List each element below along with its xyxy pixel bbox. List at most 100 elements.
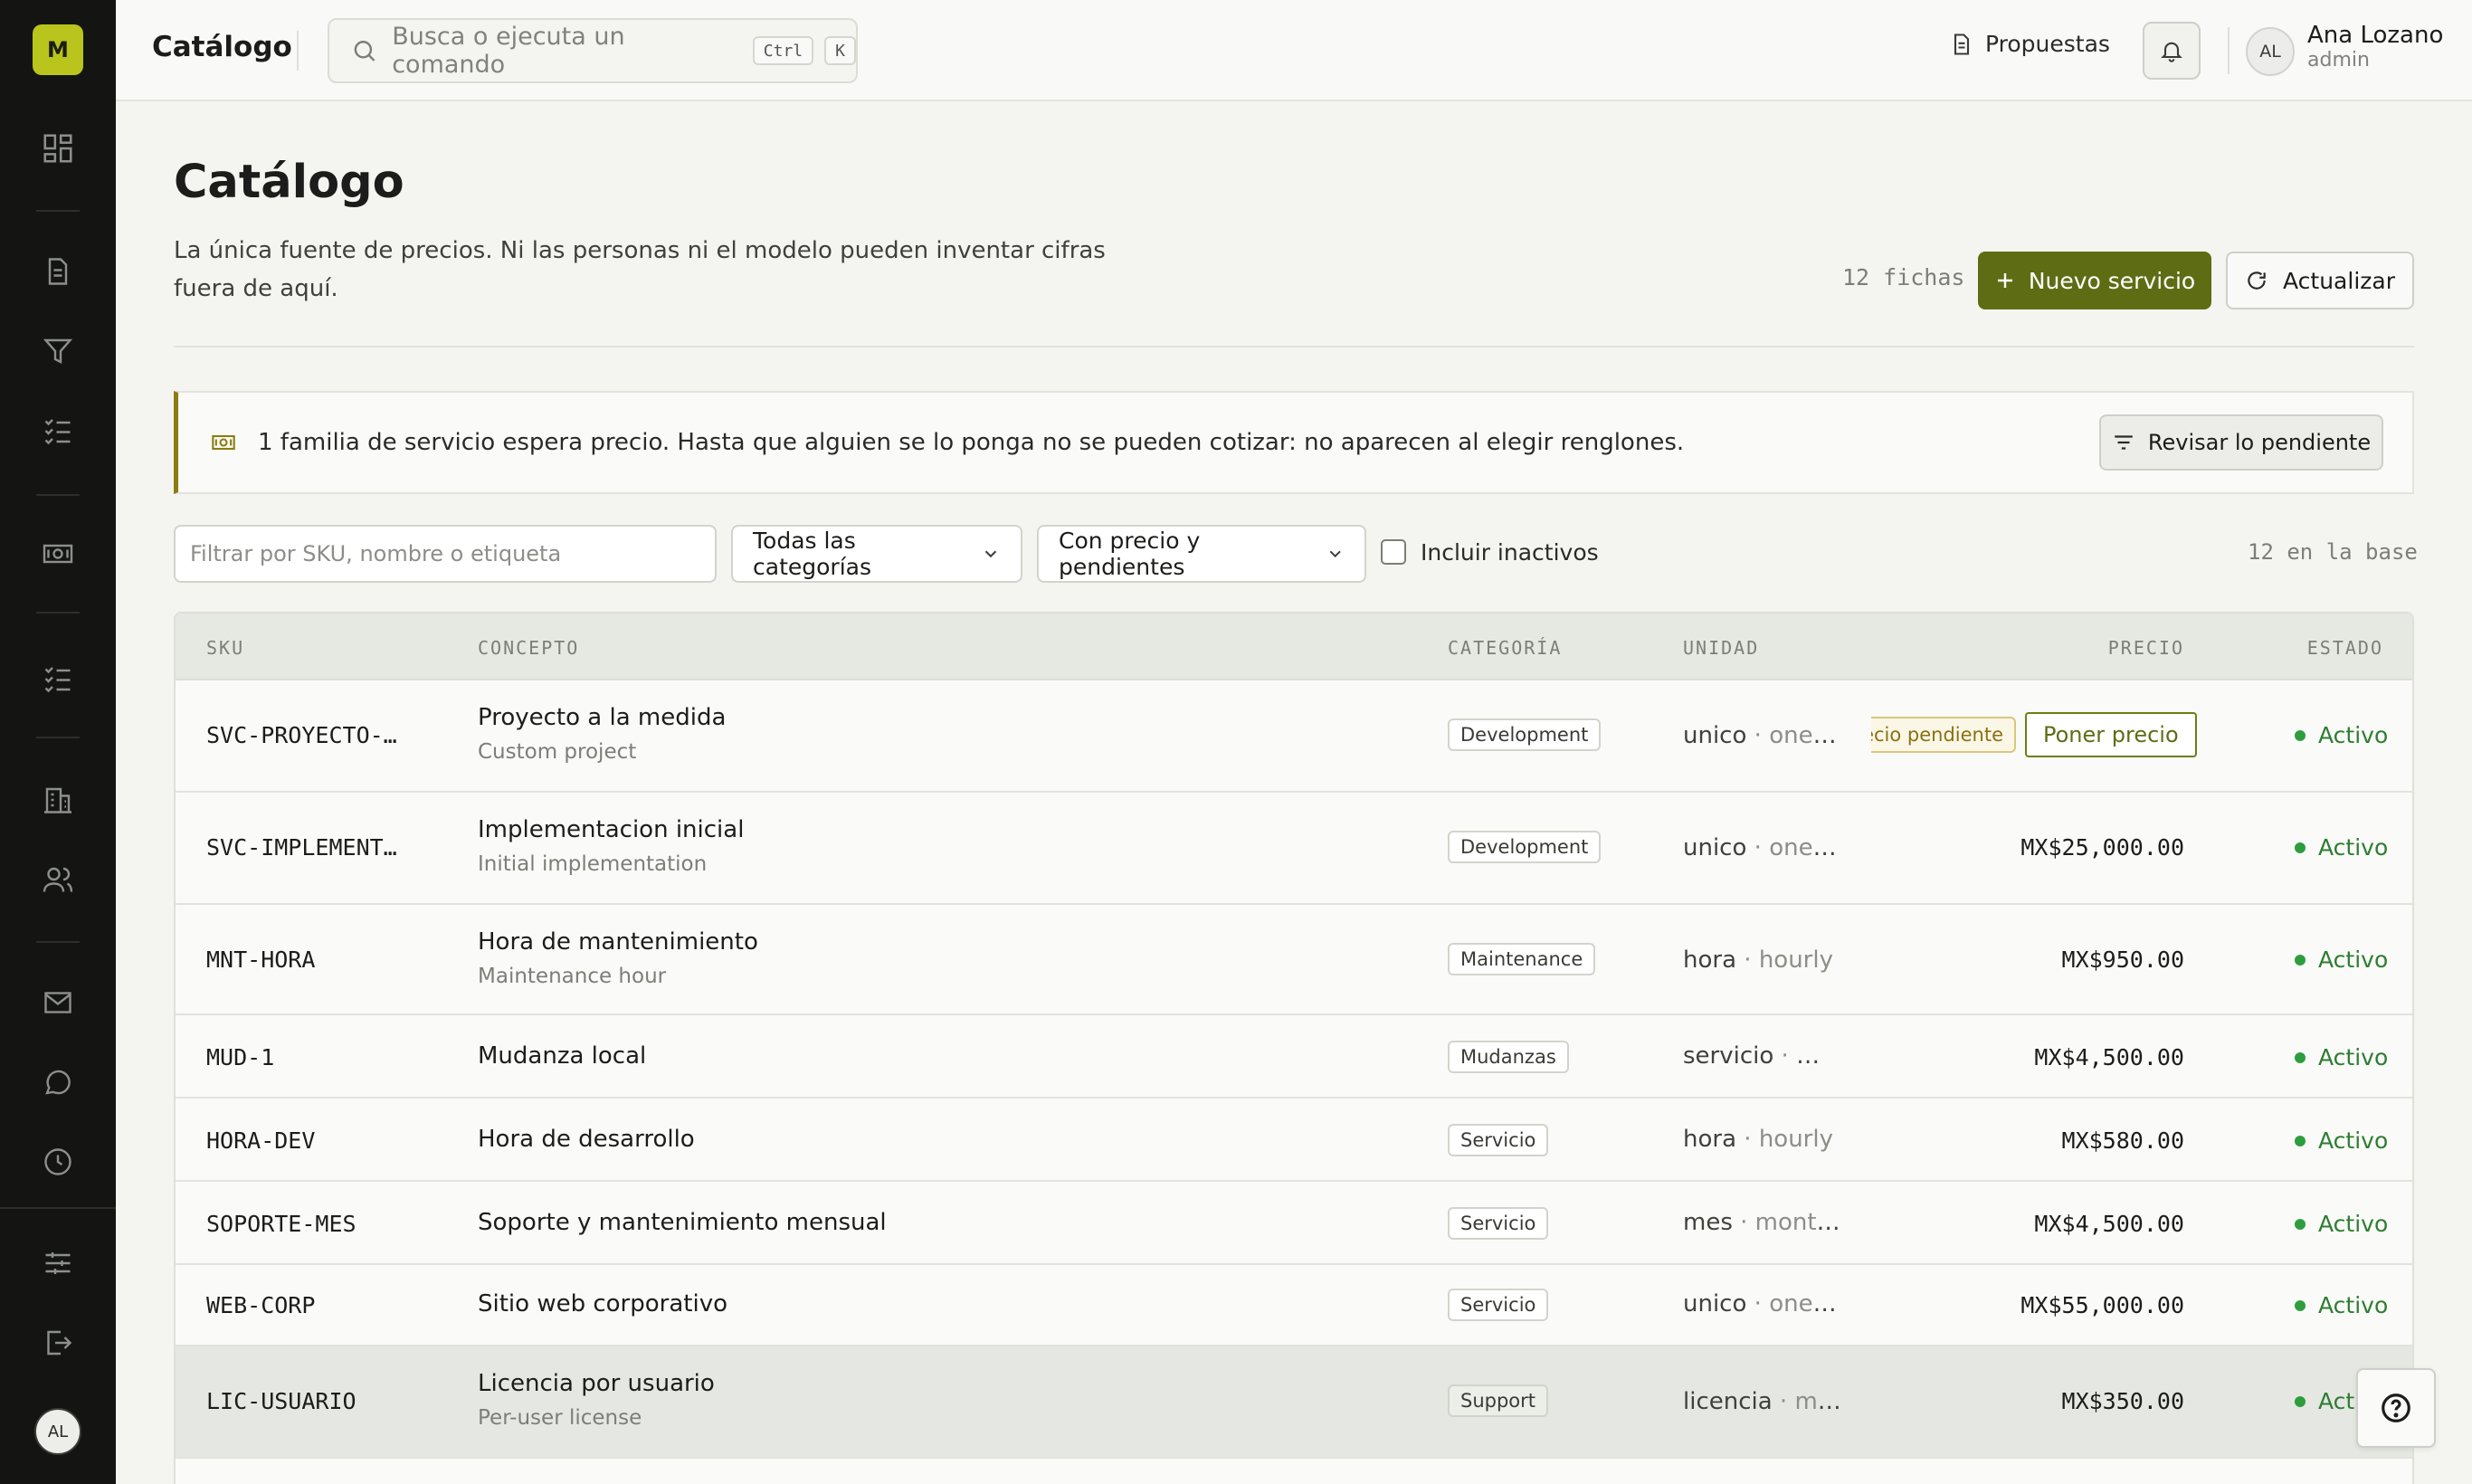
filter-input[interactable] — [174, 525, 717, 583]
sidebar-item-history[interactable] — [29, 1135, 87, 1189]
col-sku[interactable]: SKU — [206, 637, 244, 659]
category-badge: Servicio — [1448, 1289, 1549, 1321]
col-category[interactable]: CATEGORÍA — [1448, 637, 1562, 659]
document-icon — [48, 258, 68, 285]
review-pending-button[interactable]: Revisar lo pendiente — [2099, 414, 2383, 471]
unit-en: monthly — [1754, 1209, 1842, 1236]
user-name: Ana Lozano — [2307, 22, 2444, 49]
row-concept-en: Maintenance hour — [478, 965, 667, 988]
table-row[interactable]: LIC-USUARIO Licencia por usuario Per-use… — [176, 1346, 2412, 1459]
sidebar-avatar[interactable]: AL — [34, 1408, 81, 1455]
col-status[interactable]: ESTADO — [2307, 637, 2383, 659]
refresh-label: Actualizar — [2283, 267, 2395, 294]
include-inactive-label[interactable]: Incluir inactivos — [1421, 539, 1599, 566]
sidebar-item-contacts[interactable] — [29, 852, 87, 907]
banknote-icon — [43, 544, 73, 564]
row-unit: hora · hourly — [1683, 1126, 1833, 1153]
row-price: MX$350.00 — [2061, 1388, 2184, 1414]
banknote-icon — [212, 434, 235, 451]
new-service-button[interactable]: Nuevo servicio — [1978, 252, 2211, 309]
search-placeholder: Busca o ejecuta un comando — [392, 23, 625, 79]
sidebar-item-funnel[interactable] — [29, 324, 87, 378]
row-concept: Hora de mantenimiento — [478, 928, 758, 956]
pending-price-badge: ecio pendiente — [1871, 717, 2016, 753]
col-unit[interactable]: UNIDAD — [1683, 637, 1759, 659]
notifications-button[interactable] — [2143, 22, 2201, 80]
refresh-button[interactable]: Actualizar — [2226, 252, 2414, 309]
records-count: 12 fichas — [1842, 264, 1965, 290]
table-row[interactable]: SVC-IMPLEMENT… Implementacion inicial In… — [176, 793, 2412, 905]
row-price: MX$55,000.00 — [2020, 1292, 2184, 1318]
sidebar-item-pricing[interactable] — [29, 527, 87, 581]
sidebar-divider — [36, 494, 80, 496]
row-concept: Hora de desarrollo — [478, 1126, 695, 1153]
sidebar-item-mail[interactable] — [29, 975, 87, 1030]
status-badge: Activo — [2295, 1044, 2388, 1070]
logout-icon — [47, 1330, 72, 1356]
row-sku: MUD-1 — [206, 1044, 275, 1070]
row-concept-en: Custom project — [478, 740, 637, 764]
header-divider — [297, 31, 299, 71]
status-label: Activo — [2318, 1211, 2389, 1237]
table-row[interactable]: SOPORTE-MES Soporte y mantenimiento mens… — [176, 1182, 2412, 1265]
chat-icon — [45, 1070, 71, 1095]
table-row[interactable]: WEB-CORP Sitio web corporativo Servicio … — [176, 1265, 2412, 1346]
category-badge: Maintenance — [1448, 943, 1596, 975]
unit-es: licencia — [1683, 1388, 1773, 1415]
category-select[interactable]: Todas las categorías — [731, 525, 1022, 583]
sidebar-divider — [36, 941, 80, 943]
col-price[interactable]: PRECIO — [2108, 637, 2184, 659]
sliders-icon — [45, 1252, 71, 1274]
sidebar-item-chat[interactable] — [29, 1055, 87, 1109]
sidebar-item-companies[interactable] — [29, 773, 87, 827]
status-label: Activo — [2318, 1044, 2389, 1070]
row-sku: SOPORTE-MES — [206, 1211, 357, 1237]
status-badge: Activo — [2295, 722, 2388, 748]
row-sku: SVC-PROYECTO-… — [206, 722, 397, 748]
row-concept: Soporte y mantenimiento mensual — [478, 1209, 887, 1236]
sidebar-item-checklist[interactable] — [29, 652, 87, 706]
unit-en: hourly — [1758, 947, 1833, 974]
clock-icon — [44, 1148, 71, 1175]
row-unit: unico · one-… — [1683, 722, 1842, 749]
sidebar-item-dashboard[interactable] — [29, 121, 87, 176]
row-unit: mes · monthly — [1683, 1209, 1842, 1236]
checklist-icon — [44, 667, 71, 693]
category-badge: Servicio — [1448, 1124, 1549, 1156]
row-sku: WEB-CORP — [206, 1292, 316, 1318]
row-price: MX$580.00 — [2061, 1127, 2184, 1154]
col-concept[interactable]: CONCEPTO — [478, 637, 579, 659]
app-logo[interactable]: M — [33, 24, 83, 75]
unit-es: unico — [1683, 834, 1747, 861]
alert-text: 1 familia de servicio espera precio. Has… — [258, 429, 1685, 456]
status-label: Activo — [2318, 1292, 2389, 1318]
row-price: MX$4,500.00 — [2034, 1211, 2184, 1237]
table-row[interactable]: HORA-DEV Hora de desarrollo Servicio hor… — [176, 1099, 2412, 1182]
category-badge: Development — [1448, 718, 1602, 751]
base-count: 12 en la base — [2248, 539, 2418, 565]
sidebar-divider — [36, 210, 80, 212]
sidebar-item-documents[interactable] — [29, 244, 87, 299]
proposals-link[interactable]: Propuestas — [1949, 31, 2110, 57]
sidebar-item-tasks[interactable] — [29, 404, 87, 458]
sidebar-item-logout[interactable] — [29, 1316, 87, 1370]
row-concept: Proyecto a la medida — [478, 704, 727, 731]
set-price-button[interactable]: Poner precio — [2025, 712, 2197, 757]
help-button[interactable] — [2356, 1368, 2436, 1448]
category-badge: Support — [1448, 1384, 1549, 1417]
table-row[interactable]: SVC-PROYECTO-… Proyecto a la medida Cust… — [176, 680, 2412, 793]
bell-icon — [2161, 42, 2182, 62]
table-row[interactable]: MNT-HORA Hora de mantenimiento Maintenan… — [176, 905, 2412, 1015]
unit-en: one-… — [1769, 1290, 1842, 1318]
users-icon — [43, 867, 73, 892]
include-inactive-checkbox[interactable] — [1381, 539, 1406, 565]
command-search[interactable]: Busca o ejecuta un comando Ctrl K — [328, 18, 858, 83]
user-avatar[interactable]: AL — [2246, 27, 2295, 76]
table-row[interactable]: MUD-1 Mudanza local Mudanzas servicio · … — [176, 1015, 2412, 1099]
sidebar-item-settings[interactable] — [29, 1236, 87, 1290]
category-badge: Mudanzas — [1448, 1041, 1569, 1073]
row-concept: Sitio web corporativo — [478, 1290, 727, 1318]
user-role: admin — [2307, 49, 2370, 71]
price-status-select[interactable]: Con precio y pendientes — [1037, 525, 1366, 583]
catalog-table: SKU CONCEPTO CATEGORÍA UNIDAD PRECIO EST… — [174, 612, 2414, 1484]
